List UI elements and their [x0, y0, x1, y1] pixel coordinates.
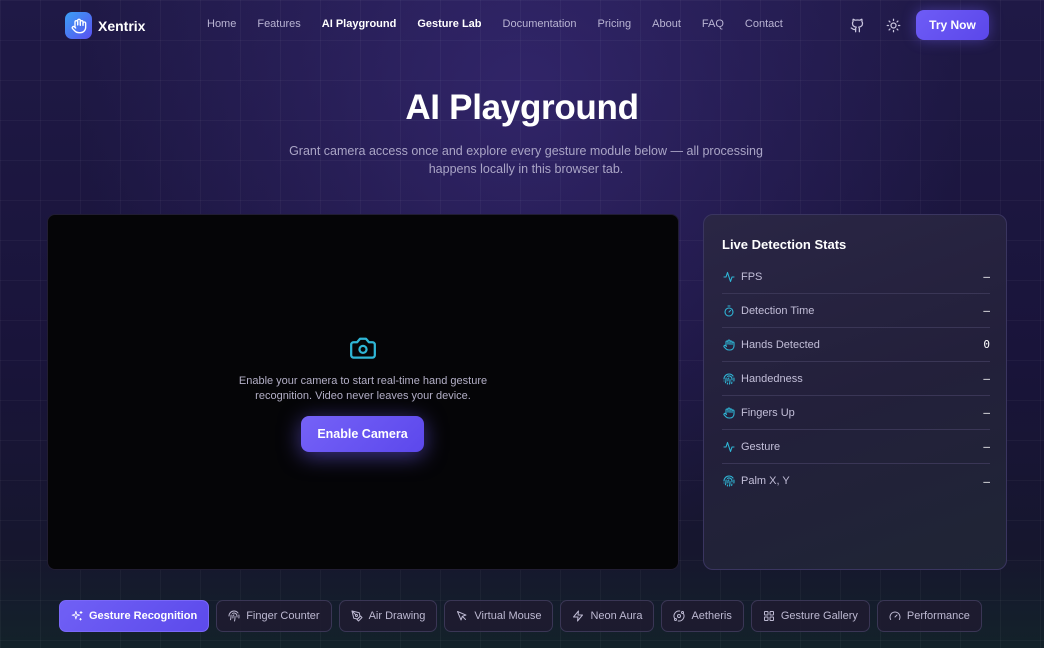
- brand-name: Xentrix: [98, 17, 146, 34]
- stat-label: Detection Time: [741, 304, 815, 317]
- tab-aetheris[interactable]: Aetheris: [661, 600, 744, 632]
- stat-row-detection-time: Detection Time —: [722, 294, 990, 328]
- grid-icon: [763, 610, 775, 622]
- tab-neon-aura[interactable]: Neon Aura: [560, 600, 655, 632]
- stat-value: 0: [983, 338, 990, 351]
- tab-label: Gesture Gallery: [780, 610, 858, 622]
- tab-label: Finger Counter: [246, 610, 320, 622]
- tab-label: Gesture Recognition: [89, 610, 198, 622]
- stat-row-handedness: Handedness —: [722, 362, 990, 396]
- module-tabs: Gesture Recognition Finger Counter Air D…: [59, 600, 989, 632]
- pen-icon: [351, 610, 363, 622]
- stats-title: Live Detection Stats: [722, 237, 847, 252]
- stat-row-hands-detected: Hands Detected 0: [722, 328, 990, 362]
- nav-link-documentation[interactable]: Documentation: [503, 18, 577, 30]
- camera-icon: [348, 334, 378, 360]
- tab-performance[interactable]: Performance: [876, 600, 982, 632]
- nav-link-about[interactable]: About: [652, 18, 681, 30]
- hand-icon: [722, 406, 735, 419]
- orbit-icon: [673, 610, 685, 622]
- pulse-icon: [722, 270, 735, 283]
- stat-label: Fingers Up: [741, 406, 795, 419]
- fingerprint-icon: [228, 610, 240, 622]
- enable-camera-button[interactable]: Enable Camera: [301, 416, 424, 452]
- tab-virtual-mouse[interactable]: Virtual Mouse: [444, 600, 554, 632]
- sparkles-icon: [71, 610, 83, 622]
- tab-label: Air Drawing: [368, 610, 426, 622]
- stat-value: —: [983, 440, 990, 453]
- stat-label: FPS: [741, 270, 763, 283]
- tab-label: Performance: [906, 610, 970, 622]
- stat-label: Palm X, Y: [741, 475, 790, 487]
- stat-row-gesture: Gesture —: [722, 430, 990, 464]
- bolt-icon: [572, 610, 584, 622]
- page-title: AI Playground: [405, 88, 639, 127]
- stat-label: Hands Detected: [741, 338, 820, 351]
- stat-label: Handedness: [741, 372, 803, 385]
- tab-label: Aetheris: [691, 610, 732, 622]
- tab-air-drawing[interactable]: Air Drawing: [338, 600, 438, 632]
- github-icon[interactable]: [848, 16, 866, 34]
- cursor-icon: [456, 610, 468, 622]
- pulse-icon: [722, 440, 735, 453]
- live-detection-stats-panel: Live Detection Stats FPS — Detection Tim…: [703, 214, 1007, 570]
- tab-gesture-recognition[interactable]: Gesture Recognition: [59, 600, 210, 632]
- tab-label: Neon Aura: [590, 610, 643, 622]
- try-now-button[interactable]: Try Now: [916, 10, 989, 40]
- stat-value: —: [983, 304, 990, 317]
- hand-logo-icon: [65, 12, 92, 39]
- nav-link-gesture-lab[interactable]: Gesture Lab: [417, 18, 481, 30]
- nav-link-pricing[interactable]: Pricing: [598, 18, 632, 30]
- nav-link-faq[interactable]: FAQ: [702, 18, 724, 30]
- fingerprint-icon: [722, 372, 735, 385]
- nav-link-home[interactable]: Home: [207, 18, 236, 30]
- stat-value: —: [983, 372, 990, 385]
- tab-label: Virtual Mouse: [474, 610, 542, 622]
- gauge-icon: [889, 610, 901, 622]
- stat-value: —: [983, 270, 990, 283]
- page-subtitle: Grant camera access once and explore eve…: [289, 144, 763, 176]
- timer-icon: [722, 304, 735, 317]
- sun-theme-icon[interactable]: [884, 16, 902, 34]
- fingerprint-icon: [722, 475, 735, 488]
- stat-row-palm-xy: Palm X, Y —: [722, 464, 990, 498]
- stat-value: —: [983, 406, 990, 419]
- page: Xentrix Home Features AI Playground Gest…: [0, 0, 1044, 648]
- nav-link-ai-playground[interactable]: AI Playground: [322, 18, 397, 30]
- stat-value: —: [983, 474, 990, 488]
- stat-label: Gesture: [741, 440, 781, 453]
- camera-message: Enable your camera to start real-time ha…: [238, 375, 488, 402]
- nav-link-contact[interactable]: Contact: [745, 18, 783, 30]
- tab-gesture-gallery[interactable]: Gesture Gallery: [750, 600, 870, 632]
- hand-icon: [722, 338, 735, 351]
- stat-row-fps: FPS —: [722, 260, 990, 294]
- brand[interactable]: Xentrix: [65, 12, 145, 39]
- stat-row-fingers-up: Fingers Up —: [722, 396, 990, 430]
- top-nav: Xentrix Home Features AI Playground Gest…: [0, 0, 1044, 50]
- tab-finger-counter[interactable]: Finger Counter: [216, 600, 332, 632]
- nav-link-features[interactable]: Features: [257, 18, 300, 30]
- nav-links: Home Features AI Playground Gesture Lab …: [207, 18, 804, 30]
